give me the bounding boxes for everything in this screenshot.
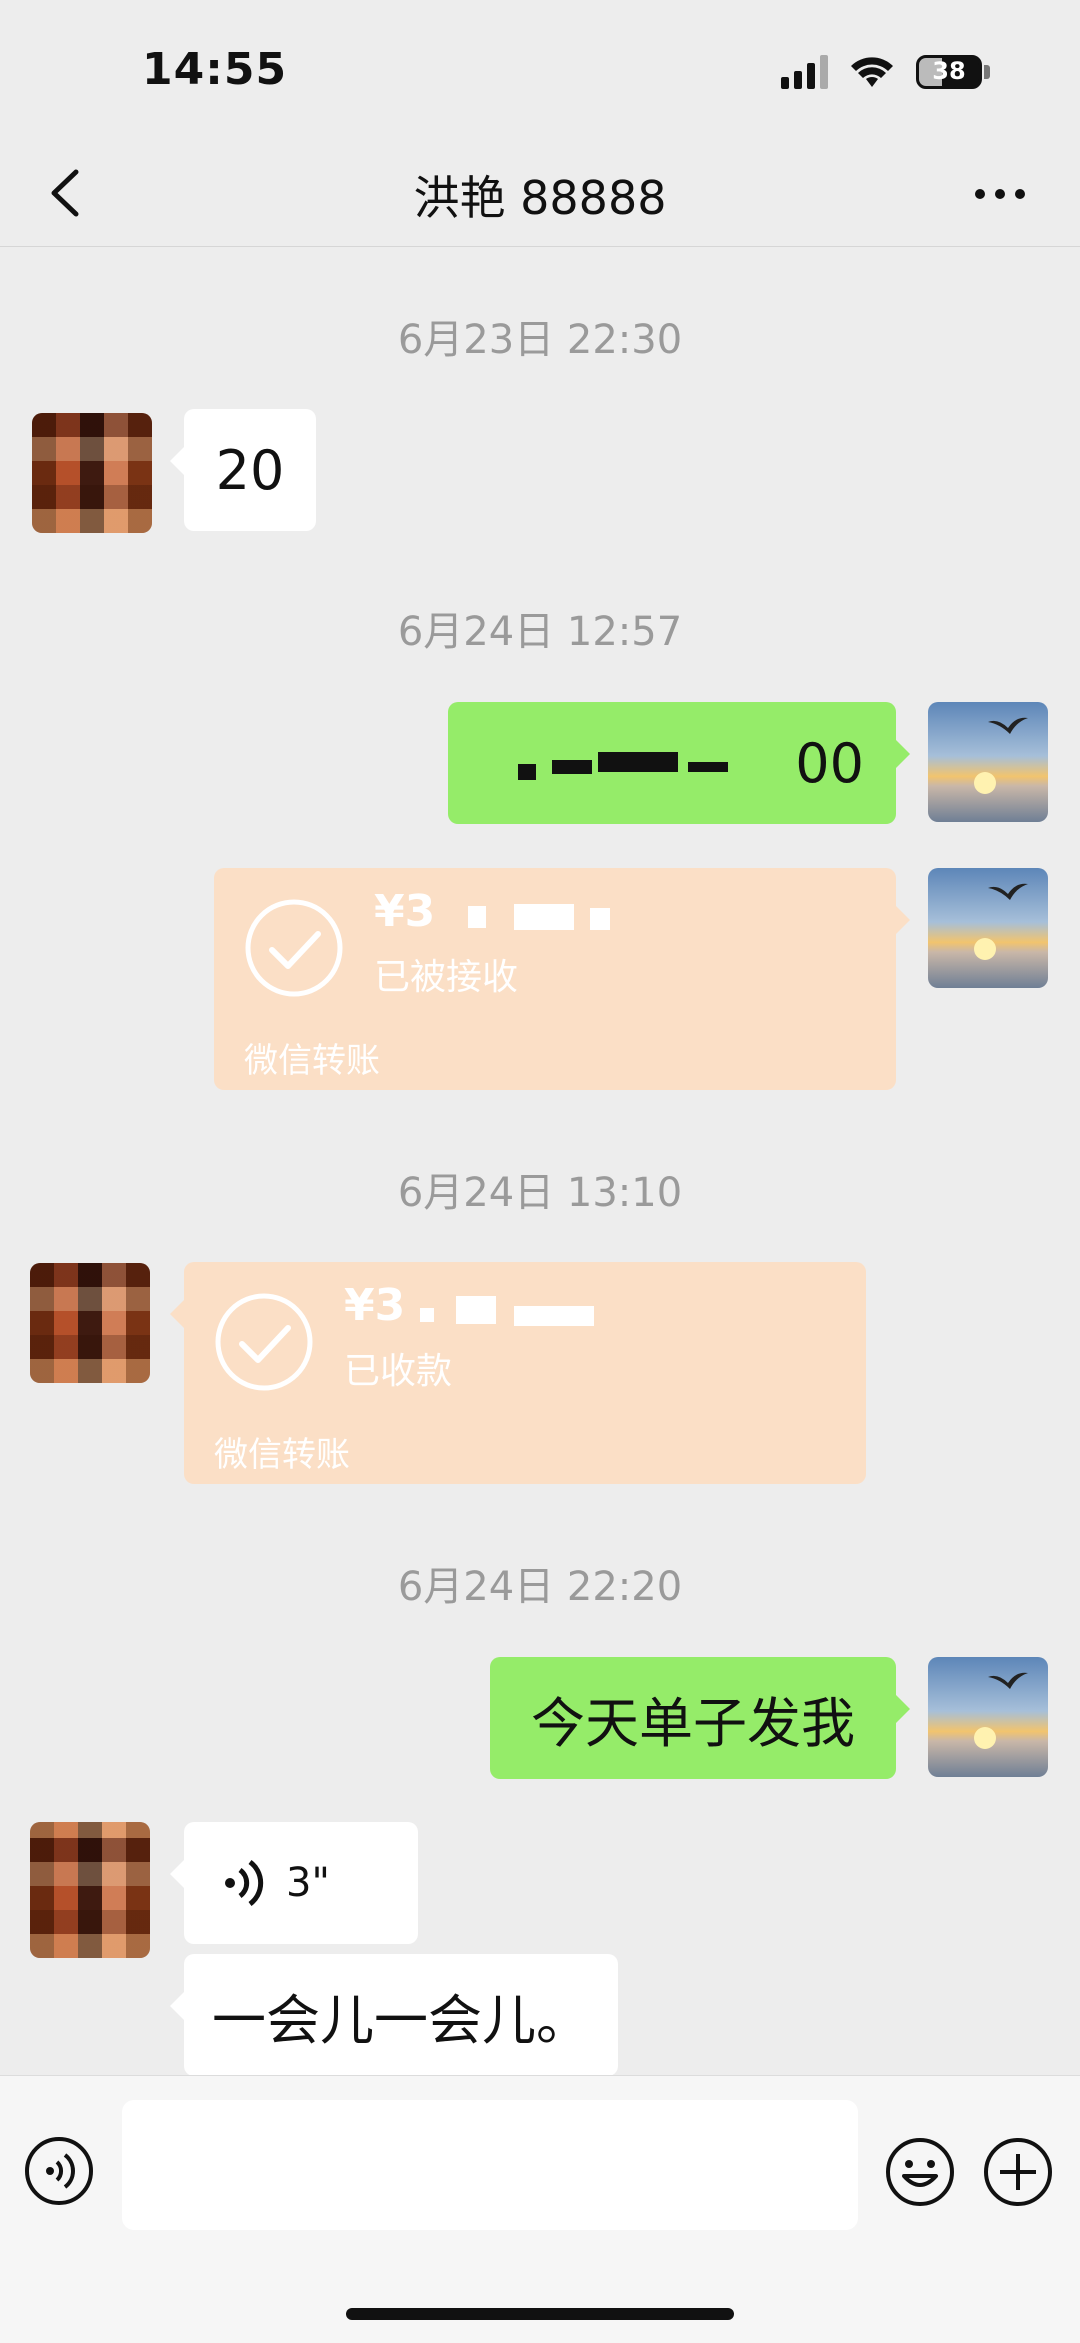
my-avatar[interactable] xyxy=(928,702,1048,822)
message-bubble-sent[interactable]: 00 xyxy=(448,702,910,824)
my-avatar[interactable] xyxy=(928,868,1048,988)
transfer-label: 微信转账 xyxy=(244,1041,380,1081)
battery-level: 38 xyxy=(932,57,966,85)
chat-header: 洪艳 88888 xyxy=(0,140,1080,247)
message-input[interactable] xyxy=(122,2100,858,2230)
message-bubble-received[interactable]: 20 xyxy=(170,409,316,531)
contact-avatar[interactable] xyxy=(32,413,152,533)
contact-avatar[interactable] xyxy=(30,1822,150,1958)
input-bar xyxy=(0,2075,1080,2343)
emoji-icon[interactable] xyxy=(884,2136,956,2208)
message-bubble-sent[interactable]: 今天单子发我 xyxy=(490,1657,910,1779)
my-avatar[interactable] xyxy=(928,1657,1048,1777)
voice-message[interactable]: 3" xyxy=(170,1822,418,1944)
transfer-card-sent[interactable]: ¥3 已被接收 微信转账 xyxy=(214,868,910,1090)
voice-input-icon[interactable] xyxy=(24,2136,94,2206)
status-bar: 14:55 38 xyxy=(0,0,1080,140)
wifi-icon xyxy=(851,57,893,87)
message-list[interactable]: 6月23日 22:30 20 6月24日 12:57 00 ¥3 已被接收 微信… xyxy=(0,247,1080,2075)
check-circle-icon xyxy=(245,899,343,997)
home-indicator[interactable] xyxy=(346,2308,734,2320)
transfer-status: 已被接收 xyxy=(374,957,519,998)
timestamp: 6月24日 12:57 xyxy=(397,609,683,655)
message-bubble-received[interactable]: 一会儿一会儿。 xyxy=(170,1954,618,2075)
message-text: 一会儿一会儿。 xyxy=(212,1988,590,2052)
add-more-icon[interactable] xyxy=(982,2136,1054,2208)
battery-icon: 38 xyxy=(916,55,982,89)
transfer-status: 已收款 xyxy=(344,1351,453,1392)
message-text: 20 xyxy=(215,438,285,502)
timestamp: 6月24日 13:10 xyxy=(397,1170,683,1216)
more-options-icon[interactable] xyxy=(970,174,1030,214)
contact-avatar[interactable] xyxy=(30,1263,150,1383)
chat-title: 洪艳 88888 xyxy=(413,171,667,225)
check-circle-icon xyxy=(215,1293,313,1391)
status-icons: 38 xyxy=(781,50,990,94)
cellular-signal-icon xyxy=(781,55,828,89)
transfer-card-received[interactable]: ¥3 已收款 微信转账 xyxy=(170,1262,866,1484)
transfer-label: 微信转账 xyxy=(214,1435,350,1475)
transfer-amount: ¥3 xyxy=(374,886,436,937)
transfer-amount: ¥3 xyxy=(344,1280,406,1331)
message-text: 今天单子发我 xyxy=(531,1691,855,1755)
status-time: 14:55 xyxy=(142,44,288,95)
timestamp: 6月24日 22:20 xyxy=(397,1564,683,1610)
message-text: 00 xyxy=(795,731,864,795)
timestamp: 6月23日 22:30 xyxy=(397,317,683,363)
voice-duration: 3" xyxy=(286,1860,330,1906)
voice-wave-icon xyxy=(225,1859,264,1907)
